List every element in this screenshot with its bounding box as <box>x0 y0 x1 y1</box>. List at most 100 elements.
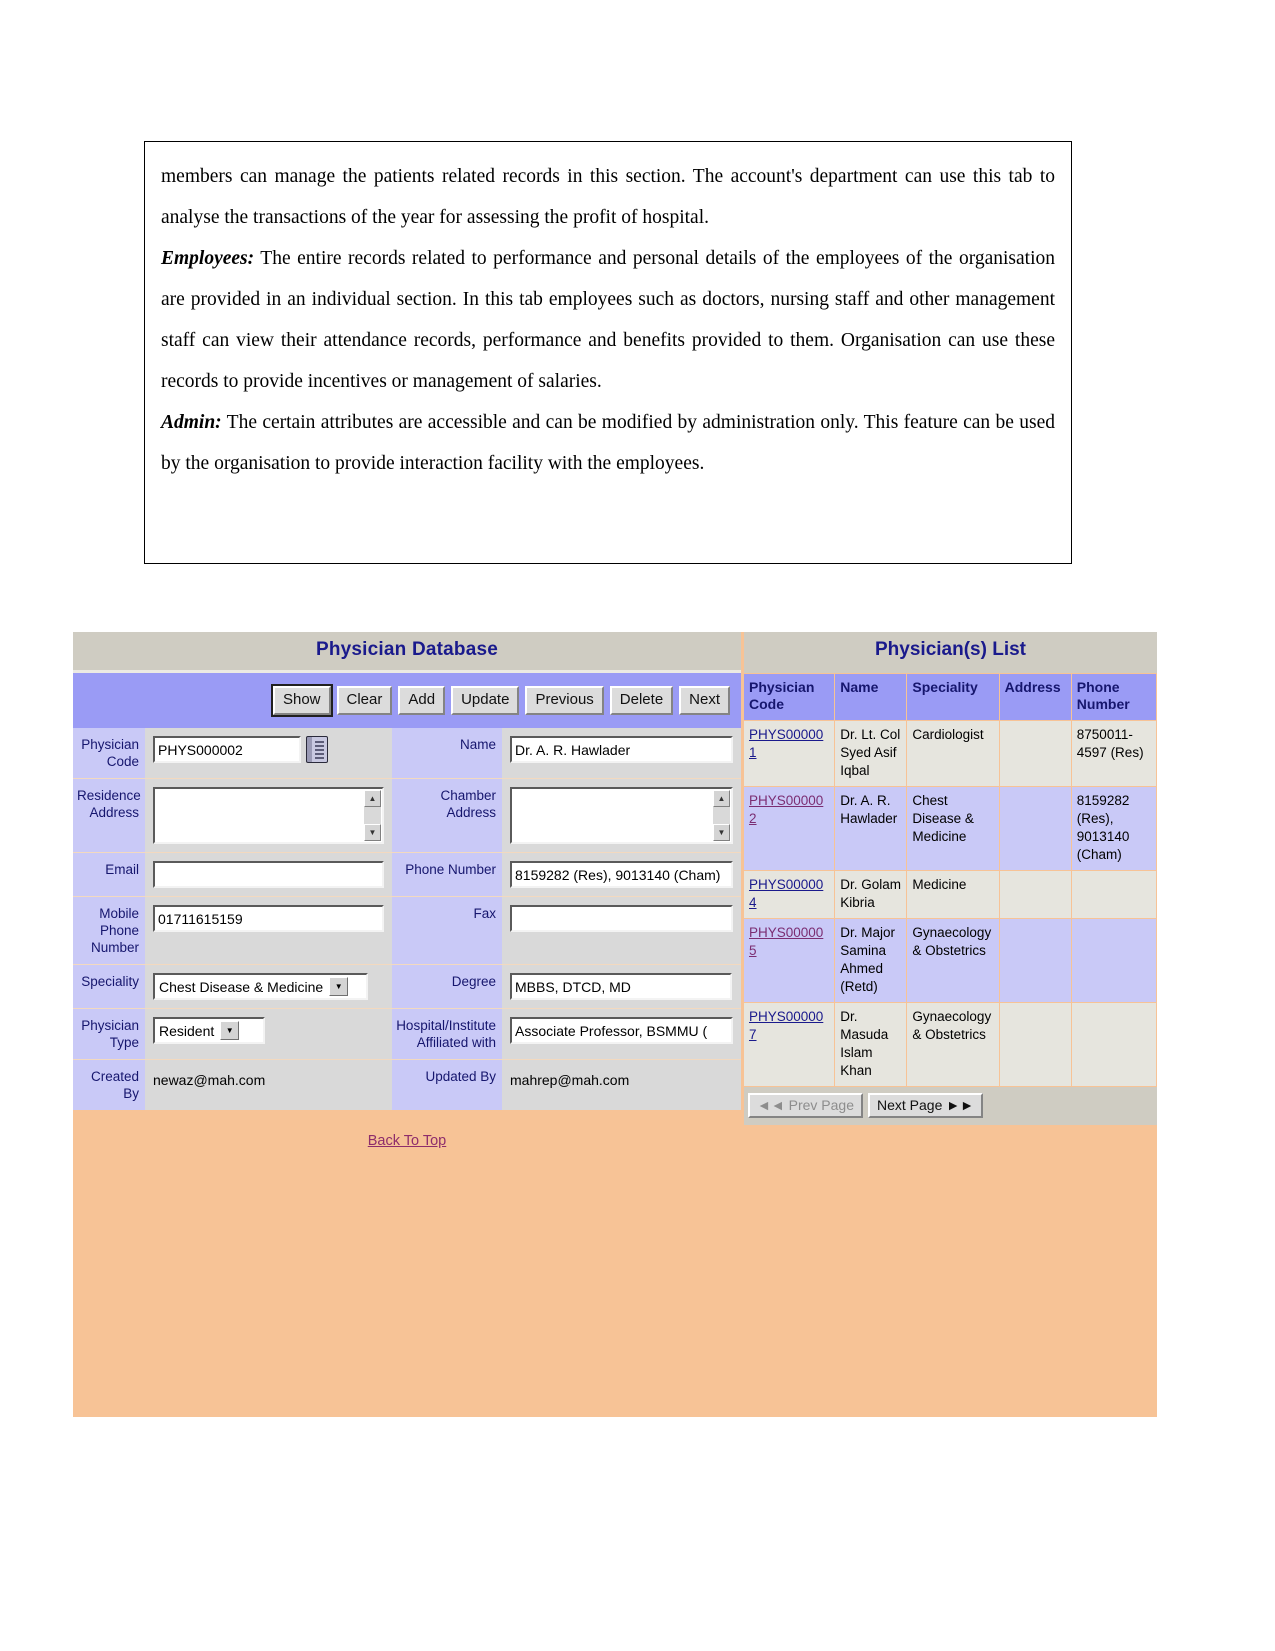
notepad-icon[interactable] <box>306 736 328 763</box>
name-input[interactable]: Dr. A. R. Hawlader <box>510 736 733 763</box>
paragraph-3-text: The certain attributes are accessible an… <box>161 412 1055 474</box>
email-cell <box>145 852 392 896</box>
row-physician-code[interactable]: PHYS000005 <box>741 918 836 1003</box>
physician-code-link[interactable]: PHYS000005 <box>749 925 823 958</box>
physician-database-panel: Physician Database Show Clear Add Update… <box>73 632 741 1170</box>
row-speciality: Medicine <box>906 870 1000 919</box>
hospital-affiliated-input[interactable]: Associate Professor, BSMMU ( <box>510 1017 733 1044</box>
chamber-address-cell: ▲ ▼ <box>502 778 741 852</box>
row-speciality: Chest Disease & Medicine <box>906 786 1000 871</box>
residence-address-scrollbar[interactable]: ▲ ▼ <box>364 790 381 841</box>
degree-input[interactable]: MBBS, DTCD, MD <box>510 973 732 1000</box>
row-speciality: Gynaecology & Obstetrics <box>906 918 1000 1003</box>
next-button[interactable]: Next <box>679 686 730 715</box>
row-phone <box>1070 870 1158 919</box>
physician-code-link[interactable]: PHYS000004 <box>749 877 823 910</box>
row-physician-code[interactable]: PHYS000001 <box>741 720 836 787</box>
created-by-cell: newaz@mah.com <box>145 1059 392 1110</box>
updated-by-cell: mahrep@mah.com <box>502 1059 741 1110</box>
mobile-phone-input[interactable]: 01711615159 <box>153 905 384 932</box>
created-by-label: Created By <box>73 1059 145 1110</box>
column-header-address[interactable]: Address <box>998 673 1072 721</box>
add-button[interactable]: Add <box>398 686 446 715</box>
column-header-physician-code[interactable]: Physician Code <box>741 673 836 721</box>
speciality-select[interactable]: Chest Disease & Medicine ▼ <box>153 973 368 1000</box>
chamber-address-scrollbar[interactable]: ▲ ▼ <box>713 790 730 841</box>
fax-label: Fax <box>392 896 502 964</box>
back-to-top-area: Back To Top <box>73 1110 741 1170</box>
row-name: Dr. A. R. Hawlader <box>834 786 908 871</box>
updated-by-label: Updated By <box>392 1059 502 1110</box>
clear-button[interactable]: Clear <box>336 686 393 715</box>
chevron-down-icon[interactable]: ▼ <box>329 977 349 996</box>
column-header-speciality[interactable]: Speciality <box>906 673 1000 721</box>
row-physician-code[interactable]: PHYS000004 <box>741 870 836 919</box>
table-row[interactable]: PHYS000001 Dr. Lt. Col Syed Asif Iqbal C… <box>741 720 1158 787</box>
column-header-name[interactable]: Name <box>834 673 908 721</box>
scroll-down-icon[interactable]: ▼ <box>713 824 730 841</box>
table-row[interactable]: PHYS000005 Dr. Major Samina Ahmed (Retd)… <box>741 918 1158 1003</box>
fax-input[interactable] <box>510 905 733 932</box>
physician-type-cell: Resident ▼ <box>145 1008 392 1059</box>
scroll-up-icon[interactable]: ▲ <box>364 790 381 807</box>
table-row[interactable]: PHYS000002 Dr. A. R. Hawlader Chest Dise… <box>741 786 1158 871</box>
row-physician-code[interactable]: PHYS000002 <box>741 786 836 871</box>
delete-button[interactable]: Delete <box>609 686 674 715</box>
chevron-down-icon[interactable]: ▼ <box>220 1021 240 1040</box>
row-phone <box>1070 1002 1158 1087</box>
physician-list-table: Physician Code Name Speciality Address P… <box>741 673 1158 1087</box>
physician-code-link[interactable]: PHYS000001 <box>749 727 823 760</box>
page-title: Physician Database <box>315 639 499 660</box>
paragraph-2-lead: Employees: <box>161 248 255 269</box>
next-page-button[interactable]: Next Page ►► <box>867 1093 983 1118</box>
phone-number-label: Phone Number <box>392 852 502 896</box>
scroll-down-icon[interactable]: ▼ <box>364 824 381 841</box>
row-phone: 8159282 (Res), 9013140 (Cham) <box>1070 786 1158 871</box>
back-to-top-link[interactable]: Back To Top <box>368 1133 446 1149</box>
previous-button[interactable]: Previous <box>525 686 604 715</box>
phone-number-input[interactable]: 8159282 (Res), 9013140 (Cham) <box>510 861 733 888</box>
screenshot-page: members can manage the patients related … <box>0 0 1275 1651</box>
physician-type-select[interactable]: Resident ▼ <box>153 1017 265 1044</box>
table-row[interactable]: PHYS000004 Dr. Golam Kibria Medicine <box>741 870 1158 919</box>
chamber-address-label: Chamber Address <box>392 778 502 852</box>
row-name: Dr. Golam Kibria <box>834 870 908 919</box>
physician-database-title-bar: Physician Database <box>73 632 741 673</box>
physician-type-selected-value: Resident <box>159 1022 215 1039</box>
row-speciality: Cardiologist <box>906 720 1000 787</box>
speciality-label: Speciality <box>73 964 145 1008</box>
fax-cell <box>502 896 741 964</box>
residence-address-cell: ▲ ▼ <box>145 778 392 852</box>
physician-code-link[interactable]: PHYS000002 <box>749 793 823 826</box>
residence-address-textarea[interactable]: ▲ ▼ <box>153 787 384 844</box>
column-header-phone-number[interactable]: Phone Number <box>1070 673 1158 721</box>
physician-code-link[interactable]: PHYS000007 <box>749 1009 823 1042</box>
paragraph-2: Employees: The entire records related to… <box>161 238 1055 402</box>
name-cell: Dr. A. R. Hawlader <box>502 728 741 778</box>
speciality-cell: Chest Disease & Medicine ▼ <box>145 964 392 1008</box>
residence-address-label: Residence Address <box>73 778 145 852</box>
show-button[interactable]: Show <box>270 684 333 717</box>
scroll-up-icon[interactable]: ▲ <box>713 790 730 807</box>
chamber-address-textarea[interactable]: ▲ ▼ <box>510 787 733 844</box>
paragraph-1-text: members can manage the patients related … <box>161 166 1055 228</box>
update-button[interactable]: Update <box>451 686 520 715</box>
row-physician-code[interactable]: PHYS000007 <box>741 1002 836 1087</box>
hospital-affiliated-label: Hospital/Institute Affiliated with <box>392 1008 502 1059</box>
row-name: Dr. Lt. Col Syed Asif Iqbal <box>834 720 908 787</box>
row-address <box>998 870 1072 919</box>
row-address <box>998 786 1072 871</box>
row-address <box>998 720 1072 787</box>
speciality-selected-value: Chest Disease & Medicine <box>159 978 324 995</box>
row-address <box>998 918 1072 1003</box>
row-phone: 8750011-4597 (Res) <box>1070 720 1158 787</box>
paragraph-3: Admin: The certain attributes are access… <box>161 402 1055 484</box>
table-row[interactable]: PHYS000007 Dr. Masuda Islam Khan Gynaeco… <box>741 1002 1158 1087</box>
row-name: Dr. Masuda Islam Khan <box>834 1002 908 1087</box>
email-input[interactable] <box>153 861 384 888</box>
prev-page-button[interactable]: ◄◄ Prev Page <box>748 1093 863 1118</box>
physician-code-input[interactable]: PHYS000002 <box>153 736 301 763</box>
paragraph-3-lead: Admin: <box>161 412 222 433</box>
mobile-phone-cell: 01711615159 <box>145 896 392 964</box>
row-name: Dr. Major Samina Ahmed (Retd) <box>834 918 908 1003</box>
